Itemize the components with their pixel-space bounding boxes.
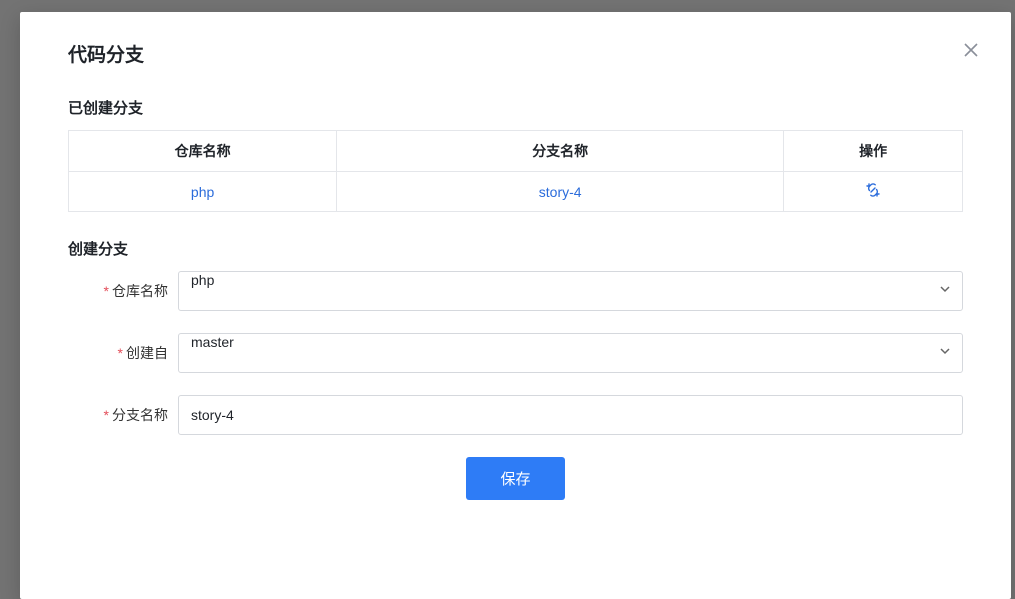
required-mark: *: [118, 345, 123, 361]
existing-branches-table: 仓库名称 分支名称 操作 php story-4: [68, 130, 963, 212]
unlink-button[interactable]: [865, 182, 881, 198]
required-mark: *: [104, 283, 109, 299]
close-button[interactable]: [959, 38, 983, 62]
save-button[interactable]: 保存: [466, 457, 564, 500]
form-row-repo: *仓库名称 php: [68, 271, 963, 311]
from-select[interactable]: master: [178, 333, 963, 373]
branch-label-text: 分支名称: [112, 407, 168, 423]
repo-select-value: php: [191, 272, 214, 288]
cell-repo: php: [69, 172, 337, 212]
from-label: *创建自: [68, 343, 178, 363]
form-row-branch: *分支名称: [68, 395, 963, 435]
branch-label: *分支名称: [68, 405, 178, 425]
repo-label: *仓库名称: [68, 281, 178, 301]
repo-link[interactable]: php: [191, 184, 214, 200]
modal-title: 代码分支: [68, 40, 963, 67]
table-header-row: 仓库名称 分支名称 操作: [69, 131, 963, 172]
col-header-action: 操作: [784, 131, 963, 172]
from-label-text: 创建自: [126, 345, 168, 361]
cell-branch: story-4: [337, 172, 784, 212]
create-branch-title: 创建分支: [68, 238, 963, 259]
existing-branches-title: 已创建分支: [68, 97, 963, 118]
repo-select[interactable]: php: [178, 271, 963, 311]
col-header-repo: 仓库名称: [69, 131, 337, 172]
from-select-value: master: [191, 334, 234, 350]
close-icon: [963, 42, 979, 58]
unlink-icon: [865, 182, 881, 198]
col-header-branch: 分支名称: [337, 131, 784, 172]
repo-label-text: 仓库名称: [112, 283, 168, 299]
form-row-from: *创建自 master: [68, 333, 963, 373]
required-mark: *: [104, 407, 109, 423]
table-row: php story-4: [69, 172, 963, 212]
branch-link[interactable]: story-4: [539, 184, 582, 200]
cell-action: [784, 172, 963, 212]
branch-name-input[interactable]: [178, 395, 963, 435]
branch-modal: 代码分支 已创建分支 仓库名称 分支名称 操作 php story-4: [20, 12, 1011, 599]
